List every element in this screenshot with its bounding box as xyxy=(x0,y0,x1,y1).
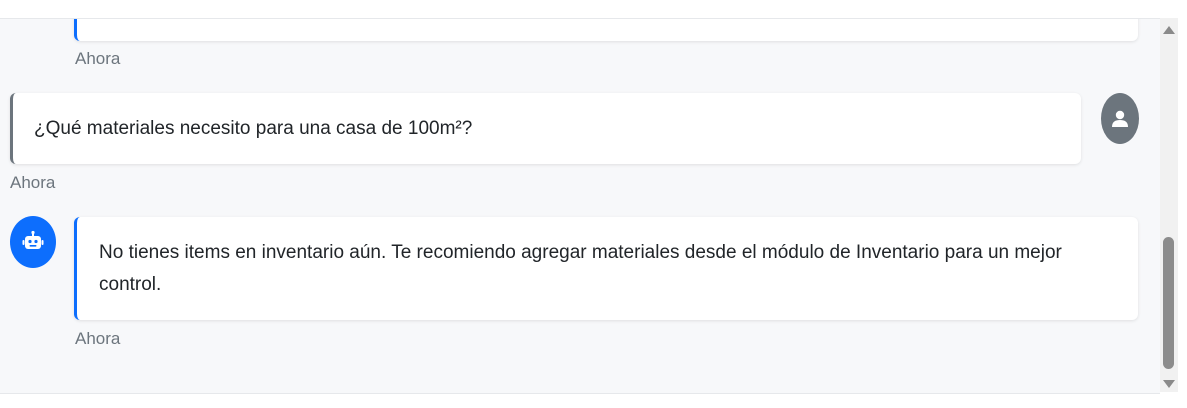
bot-avatar xyxy=(10,216,56,268)
message-timestamp: Ahora xyxy=(10,173,56,192)
scroll-down-arrow-icon[interactable] xyxy=(1163,380,1175,388)
bot-message-bubble: No tienes items en inventario aún. Te re… xyxy=(74,217,1138,320)
user-message-bubble: ¿Qué materiales necesito para una casa d… xyxy=(10,93,1081,164)
chat-scrollbar[interactable] xyxy=(1160,18,1178,392)
chat-messages-panel: Ahora ¿Qué materiales necesito para una … xyxy=(0,18,1160,394)
bot-message-bubble xyxy=(74,19,1138,41)
message-timestamp: Ahora xyxy=(75,329,121,348)
user-message-text: ¿Qué materiales necesito para una casa d… xyxy=(34,118,473,139)
bot-message-text: No tienes items en inventario aún. Te re… xyxy=(99,242,1062,295)
scrollbar-thumb[interactable] xyxy=(1163,237,1174,369)
message-timestamp: Ahora xyxy=(75,49,121,68)
robot-icon xyxy=(22,230,44,249)
scroll-up-arrow-icon[interactable] xyxy=(1163,26,1175,34)
user-avatar xyxy=(1101,93,1139,144)
user-icon xyxy=(1112,110,1128,127)
